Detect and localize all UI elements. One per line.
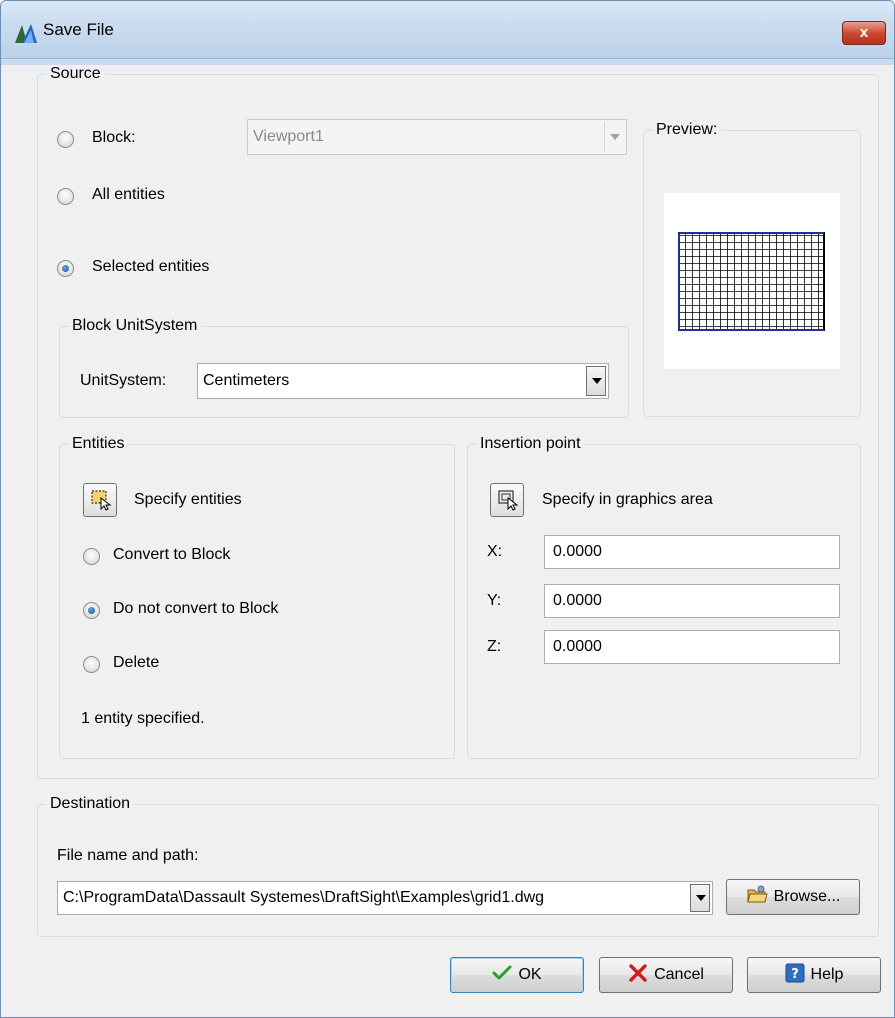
y-coordinate-value: 0.0000 <box>553 592 602 609</box>
specify-point-button[interactable] <box>490 483 524 517</box>
file-path-combo[interactable]: C:\ProgramData\Dassault Systemes\DraftSi… <box>57 881 713 915</box>
dialog-title: Save File <box>43 20 114 39</box>
help-button[interactable]: ? Help <box>747 957 881 993</box>
z-label: Z: <box>487 638 502 655</box>
block-radio[interactable] <box>57 131 74 148</box>
do-not-convert-label: Do not convert to Block <box>113 600 279 617</box>
block-name-value: Viewport1 <box>253 128 324 145</box>
unitsystem-label: UnitSystem: <box>80 372 167 389</box>
destination-group: Destination <box>37 795 879 937</box>
all-entities-radio[interactable] <box>57 188 74 205</box>
entity-count-status: 1 entity specified. <box>81 710 205 727</box>
x-coordinate-input[interactable]: 0.0000 <box>544 535 840 569</box>
select-entities-icon <box>90 489 112 516</box>
draftsight-app-icon <box>13 21 39 47</box>
block-radio-label: Block: <box>92 129 136 146</box>
preview-image <box>664 193 840 369</box>
source-legend: Source <box>50 65 101 82</box>
question-icon: ? <box>785 963 805 988</box>
all-entities-label: All entities <box>92 186 165 203</box>
cancel-label: Cancel <box>654 966 704 983</box>
z-coordinate-value: 0.0000 <box>553 638 602 655</box>
y-label: Y: <box>487 592 502 609</box>
preview-legend: Preview: <box>656 121 718 138</box>
ok-button[interactable]: OK <box>450 957 584 993</box>
entities-legend: Entities <box>72 435 125 452</box>
chevron-down-icon[interactable] <box>690 884 710 912</box>
selected-entities-label: Selected entities <box>92 258 210 275</box>
folder-icon <box>746 885 768 910</box>
x-label: X: <box>487 543 503 560</box>
chevron-down-icon[interactable] <box>604 122 624 152</box>
save-file-dialog: Save File x Source Block: Viewport1 All … <box>0 0 895 1018</box>
pick-point-icon <box>497 489 519 516</box>
red-x-icon <box>628 963 648 988</box>
convert-to-block-radio[interactable] <box>83 548 100 565</box>
unitsystem-combo[interactable]: Centimeters <box>197 363 609 399</box>
block-name-combo[interactable]: Viewport1 <box>247 119 627 155</box>
x-coordinate-value: 0.0000 <box>553 543 602 560</box>
ok-label: OK <box>518 966 542 983</box>
block-unitsystem-legend: Block UnitSystem <box>72 317 198 334</box>
browse-button[interactable]: Browse... <box>726 879 860 915</box>
selected-entities-radio[interactable] <box>57 260 74 277</box>
do-not-convert-radio[interactable] <box>83 602 100 619</box>
browse-label: Browse... <box>773 888 841 905</box>
z-coordinate-input[interactable]: 0.0000 <box>544 630 840 664</box>
specify-entities-label[interactable]: Specify entities <box>134 491 242 509</box>
close-button[interactable]: x <box>842 21 886 45</box>
file-path-value: C:\ProgramData\Dassault Systemes\DraftSi… <box>63 889 545 906</box>
svg-text:?: ? <box>791 967 799 982</box>
chevron-down-icon[interactable] <box>586 366 606 396</box>
specify-point-label[interactable]: Specify in graphics area <box>542 491 713 509</box>
specify-entities-button[interactable] <box>83 483 117 517</box>
delete-label: Delete <box>113 654 160 671</box>
file-path-label: File name and path: <box>57 847 199 864</box>
checkmark-icon <box>492 964 512 987</box>
cancel-button[interactable]: Cancel <box>599 957 733 993</box>
destination-legend: Destination <box>50 795 131 812</box>
insertion-point-legend: Insertion point <box>480 435 581 452</box>
delete-radio[interactable] <box>83 656 100 673</box>
help-label: Help <box>810 966 844 983</box>
unitsystem-value: Centimeters <box>203 372 290 389</box>
title-bar: Save File x <box>1 1 894 59</box>
convert-to-block-label: Convert to Block <box>113 546 231 563</box>
y-coordinate-input[interactable]: 0.0000 <box>544 584 840 618</box>
